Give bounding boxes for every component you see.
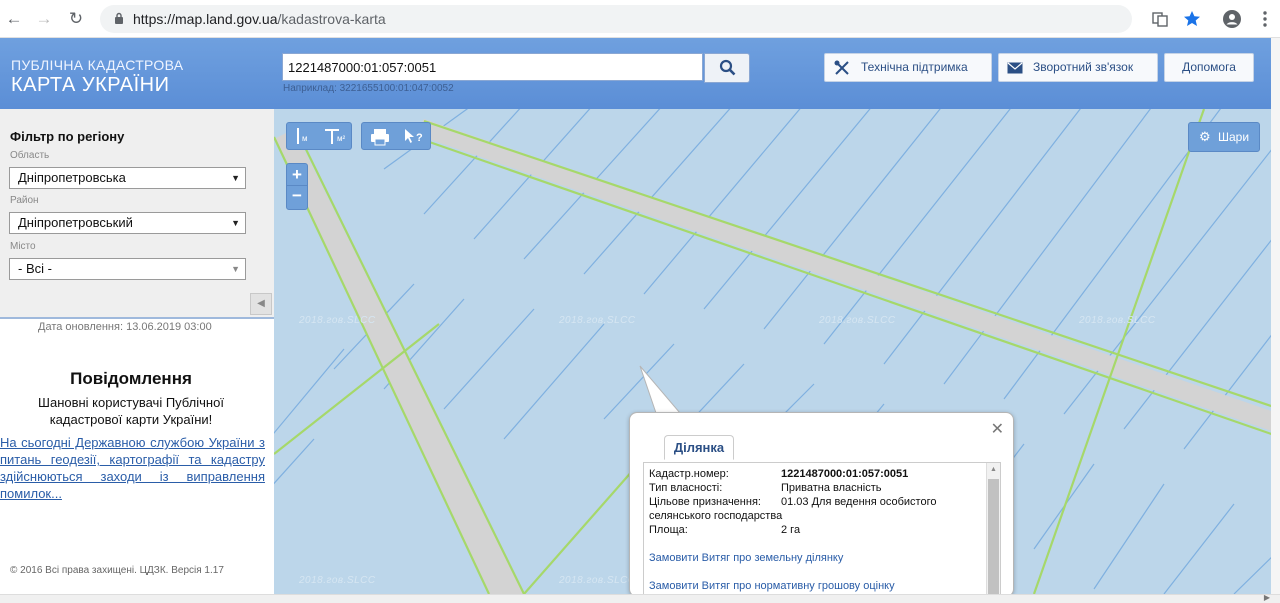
layers-button[interactable]: ⚙ Шари [1188, 122, 1260, 152]
account-icon[interactable] [1220, 7, 1244, 31]
cursor-icon [405, 129, 414, 143]
tab-parcel[interactable]: Ділянка [664, 435, 734, 460]
purpose-continued: селянського господарства [649, 510, 783, 522]
row-label: Кадастр.номер: [649, 468, 729, 480]
translate-icon[interactable] [1148, 7, 1172, 31]
layers-label: Шари [1218, 130, 1250, 144]
region-filter: Фільтр по регіону Область Дніпропетровсь… [0, 109, 274, 317]
filter-title: Фільтр по регіону [10, 129, 125, 144]
watermark: 2018.гов.SLCC [819, 315, 896, 326]
measure-tools: м м² [286, 122, 352, 150]
cadastral-search-input[interactable] [282, 53, 703, 81]
scroll-right-icon[interactable]: ▶ [1264, 593, 1270, 602]
ownership-type: Приватна власність [781, 482, 882, 494]
feedback-label: Зворотний зв'язок [1033, 60, 1134, 74]
support-label: Технічна підтримка [861, 60, 968, 74]
print-identify-tools: ? [361, 122, 431, 150]
update-date: Дата оновлення: 13.06.2019 03:00 [38, 321, 212, 333]
close-icon[interactable]: ✕ [991, 419, 1004, 439]
measure-area-button[interactable]: м² [321, 125, 349, 147]
site-header: ПУБЛІЧНА КАДАСТРОВА КАРТА УКРАЇНИ Наприк… [0, 38, 1280, 109]
order-valuation-link[interactable]: Замовити Витяг про нормативну грошову оц… [649, 580, 895, 592]
watermark: 2018.гов.SLCC [299, 315, 376, 326]
collapse-panel-button[interactable]: ◀ [250, 293, 272, 315]
search-icon [719, 59, 736, 76]
reload-icon[interactable]: ↻ [64, 7, 88, 31]
city-select[interactable]: - Всі - ▼ [9, 258, 246, 280]
logo-line-2[interactable]: КАРТА УКРАЇНИ [11, 74, 169, 97]
row-label: Тип власності: [649, 482, 723, 494]
back-icon[interactable]: ← [2, 7, 26, 31]
url-text: https://map.land.gov.ua/kadastrova-karta [133, 11, 386, 27]
map-canvas[interactable]: м м² ? + − ⚙ Шари 2018.гов.SLCC 2018.гов… [274, 109, 1280, 594]
bookmark-star-icon[interactable] [1180, 7, 1204, 31]
scroll-up-icon[interactable]: ▲ [990, 466, 997, 473]
cadastral-number: 1221487000:01:057:0051 [781, 468, 909, 480]
parcel-popup: ✕ Ділянка Кадастр.номер: 1221487000:01:0… [629, 412, 1014, 594]
page-horizontal-scrollbar[interactable]: ▶ [0, 593, 1280, 603]
popup-scrollbar[interactable]: ▲ [986, 463, 1000, 594]
watermark: 2018.гов.SLCC [559, 315, 636, 326]
notice-greeting: Шановні користувачі Публічної кадастрово… [38, 395, 224, 427]
region-value: Дніпропетровська [18, 170, 126, 185]
dropdown-arrow-icon: ▼ [231, 173, 240, 183]
area-value: 2 га [781, 524, 801, 536]
dropdown-arrow-icon: ▼ [231, 264, 240, 274]
tools-icon [834, 60, 849, 75]
scrollbar-thumb[interactable] [988, 479, 999, 594]
print-icon[interactable] [370, 128, 390, 146]
watermark: 2018.гов.SLCC [1079, 315, 1156, 326]
copyright: © 2016 Всі права захищені. ЦДЗК. Версія … [10, 565, 224, 576]
dropdown-arrow-icon: ▼ [231, 218, 240, 228]
region-label: Область [10, 150, 50, 161]
zoom-control: + − [286, 163, 308, 210]
zoom-out-button[interactable]: − [287, 186, 307, 208]
divider [0, 317, 274, 319]
parcel-info: Кадастр.номер: 1221487000:01:057:0051 Ти… [643, 462, 1001, 594]
logo-line-1: ПУБЛІЧНА КАДАСТРОВА [11, 57, 184, 73]
feedback-button[interactable]: Зворотний зв'язок [998, 53, 1158, 82]
watermark: 2018.гов.SLCC [559, 575, 636, 586]
lock-icon [115, 12, 123, 24]
district-select[interactable]: Дніпропетровський ▼ [9, 212, 246, 234]
purpose-value: 01.03 Для ведення особистого [781, 496, 937, 508]
envelope-icon [1007, 62, 1023, 74]
left-panel: Фільтр по регіону Область Дніпропетровсь… [0, 109, 274, 594]
menu-dots-icon[interactable] [1253, 7, 1277, 31]
order-extract-link[interactable]: Замовити Витяг про земельну ділянку [649, 552, 843, 564]
help-label: Допомога [1182, 60, 1236, 74]
watermark: 2018.гов.SLCC [299, 575, 376, 586]
region-select[interactable]: Дніпропетровська ▼ [9, 167, 246, 189]
support-button[interactable]: Технічна підтримка [824, 53, 992, 82]
district-label: Район [10, 195, 39, 206]
row-label: Цільове призначення: [649, 496, 761, 508]
help-button[interactable]: Допомога [1164, 53, 1254, 82]
identify-button[interactable]: ? [400, 126, 428, 148]
search-hint: Наприклад: 3221655100:01:047:0052 [283, 83, 454, 94]
district-value: Дніпропетровський [18, 215, 133, 230]
measure-distance-button[interactable]: м [289, 125, 317, 147]
row-label: Площа: [649, 524, 688, 536]
notice-title: Повідомлення [70, 369, 192, 388]
gear-icon: ⚙ [1199, 129, 1211, 144]
zoom-in-button[interactable]: + [287, 164, 307, 186]
page-vertical-scrollbar[interactable] [1271, 38, 1280, 594]
notice-link[interactable]: На сьогодні Державною службою України з … [0, 434, 265, 502]
browser-toolbar: ← → ↻ https://map.land.gov.ua/kadastrova… [0, 0, 1280, 38]
city-label: Місто [10, 241, 36, 252]
city-value: - Всі - [18, 261, 52, 276]
search-button[interactable] [704, 53, 750, 83]
address-bar[interactable]: https://map.land.gov.ua/kadastrova-karta [100, 5, 1132, 33]
forward-icon[interactable]: → [32, 7, 56, 31]
